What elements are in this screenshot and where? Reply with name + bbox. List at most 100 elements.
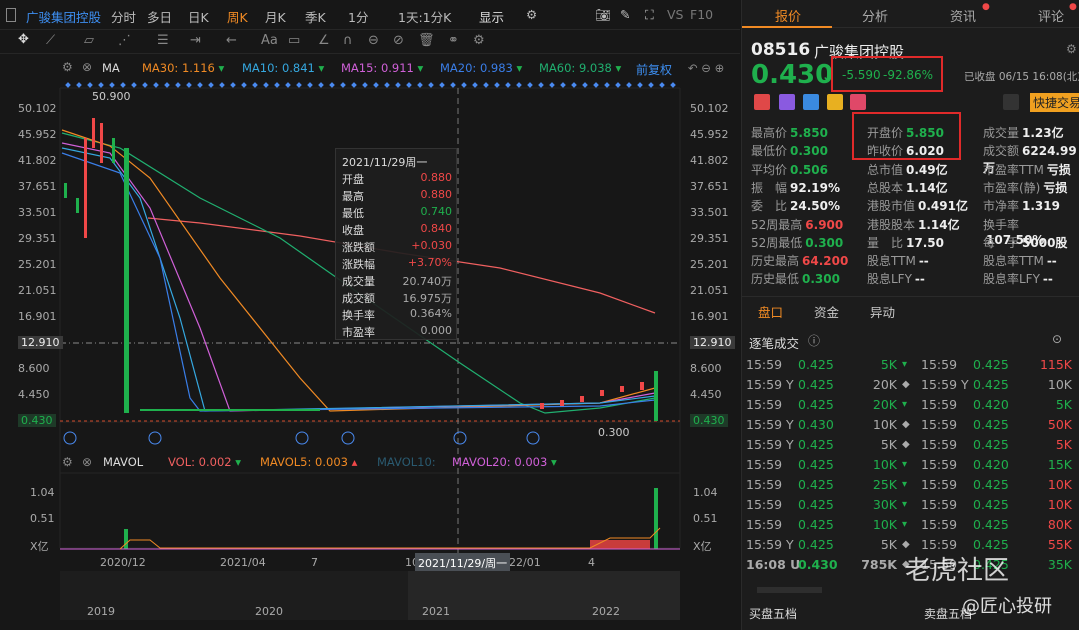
tick-price: 0.425 [798,477,834,492]
info-icon[interactable]: ⓘ [808,332,820,349]
stat-item: 市净率 1.319 [983,197,1060,214]
range-dropdown[interactable]: 1天:1分K [398,7,451,26]
quick-trade-button[interactable]: 快捷交易 [1030,93,1079,112]
tab-quote[interactable]: 报价 [775,6,801,25]
tooltip-row: 开盘 0.880 [342,171,452,187]
tick-price: 0.425 [798,537,834,552]
text-tool-icon[interactable]: Aa [261,33,278,48]
draw-settings-icon[interactable]: ⚙ [473,33,485,48]
sell-arrow-icon: ▾ [902,519,908,530]
tab-comments[interactable]: 评论 [1038,6,1064,25]
tab-weekly[interactable]: 周K [227,7,248,26]
vol-axis-label: 1.04 [693,486,718,499]
tick-scrollbar[interactable] [757,587,822,593]
stat-item: 总市值 0.49亿 [867,161,948,178]
tick-price: 0.425 [973,357,1009,372]
tick-volume: 5K [1055,437,1072,452]
watermark-author: @匠心投研 [962,596,1052,617]
tooltip-row: 成交额 16.975万 [342,290,452,306]
tooltip-label: 涨跌幅 [342,258,375,271]
tab-unusual[interactable]: 异动 [870,302,895,321]
delete-icon[interactable]: 🗑︎ [418,33,435,48]
shape-tool-icon[interactable]: ▱ [84,33,94,48]
range-navigator[interactable]: 2019 2020 2021 2022 [60,571,680,620]
stat-value: 0.300 [790,144,828,159]
zoom-controls[interactable]: ↶ ⊖ ⊕ [688,61,724,75]
arrow-tool-icon[interactable]: ← [226,33,237,48]
tab-quarterly-dropdown[interactable]: 季K [305,7,326,26]
magnet-icon[interactable]: ∩ [343,33,353,48]
camera-icon[interactable]: 📷︎ [595,7,611,23]
note-tool-icon[interactable]: ▭ [288,33,300,48]
tab-orderbook[interactable]: 盘口 [758,302,783,321]
fullscreen-icon[interactable]: ⛶ [645,7,654,23]
tooltip-label: 最高 [342,190,364,203]
dividend-marker [219,82,225,88]
stat-value: 亏损 [1046,162,1071,177]
move-icon[interactable]: ✥ [18,32,29,47]
pencil-icon[interactable]: ✎ [620,7,630,22]
tab-news[interactable]: 资讯 [950,6,976,25]
sidebar-toggle-icon[interactable] [6,8,16,22]
dividend-marker [483,82,489,88]
ma60-label: MA60: 9.038 ▾ [539,61,622,75]
more-icon[interactable]: ⊙ [1052,332,1062,346]
tick-time: 15:59 [921,397,958,412]
hide-icon[interactable]: ⊘ [393,33,404,48]
vol-indicator-dropdown[interactable]: MAVOL [103,455,143,469]
price-axis-label: 8.600 [18,362,50,375]
tab-intraday[interactable]: 分时 [111,7,136,26]
quote-settings-icon[interactable]: ⚙ [1066,42,1077,56]
tooltip-row: 换手率 0.364% [342,307,452,323]
minute-dropdown[interactable]: 1分 [348,7,368,26]
dividend-marker [428,82,434,88]
sell-arrow-icon: ▾ [902,399,908,410]
dividend-marker [142,82,148,88]
tab-daily[interactable]: 日K [188,7,209,26]
stat-item: 平均价 0.506 [751,161,828,178]
wave-tool-icon[interactable]: ⋰ [118,33,131,48]
stock-title[interactable]: 广骏集团控股 [26,7,101,26]
compare-icon[interactable]: ⚭ [448,33,459,48]
tab-monthly[interactable]: 月K [265,7,286,26]
tick-volume: 80K [1047,517,1072,532]
dividend-marker [87,82,93,88]
ma-close-icon[interactable]: ⊗ [82,60,92,74]
ma-settings-icon[interactable]: ⚙ [62,60,73,74]
vol-close-icon[interactable]: ⊗ [82,455,92,469]
stat-label: 股息率TTM [983,254,1044,269]
vol-axis-label: 0.51 [693,512,718,525]
alert-bell-icon[interactable] [1003,94,1019,110]
vol-settings-icon[interactable]: ⚙ [62,455,73,469]
line-tool-icon[interactable]: ⟋ [46,33,55,48]
vs-button[interactable]: VS [667,7,684,22]
display-dropdown[interactable]: 显示 [479,7,504,26]
tick-time: 15:59 [921,357,958,372]
stat-value: 5.850 [790,126,828,140]
adjust-button[interactable]: 前复权 [636,61,672,78]
tick-price: 0.425 [973,497,1009,512]
measure-tool-icon[interactable]: ⇥ [190,33,201,48]
f10-button[interactable]: F10 [690,7,713,22]
mavol10-label: MAVOL10: [377,455,436,469]
tick-volume: 10K [1047,377,1072,392]
favorite-heart-icon[interactable] [850,94,866,110]
fib-tool-icon[interactable]: ☰ [157,33,169,48]
tab-multiday[interactable]: 多日 [147,7,172,26]
tick-volume: 115K [1039,357,1072,372]
tick-volume: 10K [872,457,897,472]
dividend-marker [274,82,280,88]
stat-label: 市净率 [983,199,1020,214]
tick-price: 0.425 [973,517,1009,532]
tab-analysis[interactable]: 分析 [862,6,888,25]
dividend-marker [582,82,588,88]
tab-capital[interactable]: 资金 [814,302,839,321]
lock-icon[interactable]: ⊖ [368,33,379,48]
dividend-marker [659,82,665,88]
ma-indicator-dropdown[interactable]: MA [102,61,120,75]
stat-item: 股息LFY -- [867,270,925,287]
settings-icon[interactable]: ⚙ [526,7,537,22]
angle-icon[interactable]: ∠ [318,33,330,48]
ma20-label: MA20: 0.983 ▾ [440,61,523,75]
dividend-marker [230,82,236,88]
